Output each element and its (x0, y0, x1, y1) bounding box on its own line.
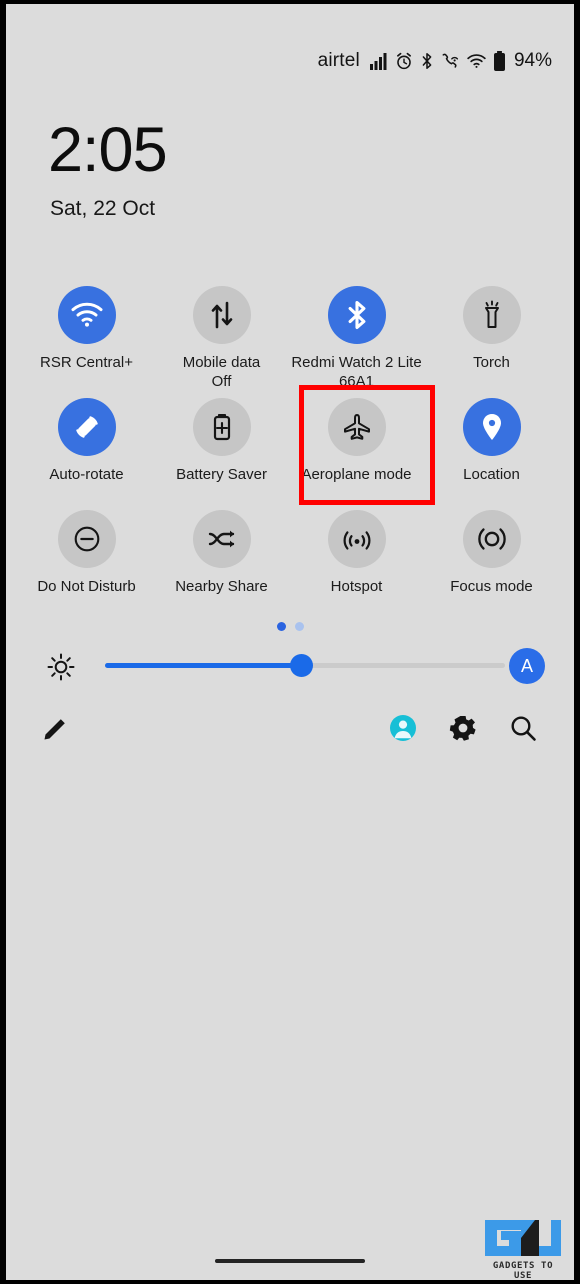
brightness-slider-fill (105, 663, 301, 668)
tile-mobile-data[interactable]: Mobile data Off (154, 286, 289, 398)
battery-icon (493, 51, 506, 71)
tile-label: Location (463, 466, 520, 483)
mobile-data-icon[interactable] (192, 286, 251, 344)
pencil-icon[interactable] (42, 714, 70, 742)
search-icon[interactable] (509, 714, 537, 742)
page-indicator[interactable] (6, 622, 574, 631)
watermark-label: GADGETS TO USE (492, 1261, 554, 1280)
clock-date[interactable]: Sat, 22 Oct (50, 197, 155, 221)
tile-wifi[interactable]: RSR Central+ (19, 286, 154, 398)
focus-mode-icon[interactable] (462, 510, 521, 568)
do-not-disturb-icon[interactable] (57, 510, 116, 568)
wifi-icon (467, 53, 486, 69)
tile-label: Do Not Disturb (37, 578, 136, 595)
tile-label: Torch (473, 354, 510, 371)
tile-focus-mode[interactable]: Focus mode (424, 510, 559, 622)
page-dot-1[interactable] (276, 622, 286, 631)
quick-settings-panel: airtel 94% 2:05 Sat, 22 Oct RSR Central+… (6, 4, 574, 1280)
nearby-share-icon[interactable] (192, 510, 251, 568)
user-avatar-icon[interactable] (389, 714, 417, 742)
tile-bluetooth[interactable]: Redmi Watch 2 Lite 66A1 (289, 286, 424, 398)
torch-icon[interactable] (462, 286, 521, 344)
aeroplane-icon[interactable] (327, 398, 386, 456)
watermark: GADGETS TO USE (481, 1216, 565, 1280)
tile-label: Focus mode (450, 578, 533, 595)
tile-label: Auto-rotate (49, 466, 124, 483)
page-dot-2[interactable] (294, 622, 304, 631)
tile-torch[interactable]: Torch (424, 286, 559, 398)
tile-label: Hotspot (330, 578, 383, 595)
tile-hotspot[interactable]: Hotspot (289, 510, 424, 622)
signal-bars-icon (369, 52, 388, 70)
tile-row: RSR Central+ Mobile data Off Redmi Watch… (19, 286, 559, 398)
call-wifi-icon (441, 52, 460, 70)
tile-label: Nearby Share (175, 578, 268, 595)
tile-row: Auto-rotate Battery Saver Aeroplane mode… (19, 398, 559, 510)
tile-battery-saver[interactable]: Battery Saver (154, 398, 289, 510)
tile-label: Battery Saver (176, 466, 267, 483)
alarm-icon (395, 52, 413, 70)
tile-do-not-disturb[interactable]: Do Not Disturb (19, 510, 154, 622)
wifi-icon[interactable] (57, 286, 116, 344)
gear-icon[interactable] (449, 714, 477, 742)
hotspot-icon[interactable] (327, 510, 386, 568)
gadgets-to-use-logo-icon (481, 1216, 565, 1260)
bluetooth-icon[interactable] (327, 286, 386, 344)
sun-icon (46, 652, 76, 687)
brightness-row: A (6, 644, 574, 690)
battery-saver-icon[interactable] (192, 398, 251, 456)
quick-settings-footer (6, 707, 574, 753)
quick-settings-tile-grid: RSR Central+ Mobile data Off Redmi Watch… (19, 286, 559, 622)
tile-label: Aeroplane mode (301, 466, 412, 483)
brightness-slider[interactable] (105, 654, 505, 677)
auto-brightness-button[interactable]: A (509, 648, 545, 684)
clock-time[interactable]: 2:05 (48, 117, 168, 183)
carrier-label: airtel (317, 50, 360, 71)
brightness-slider-thumb[interactable] (290, 654, 313, 677)
home-indicator[interactable] (215, 1259, 365, 1263)
bluetooth-icon (420, 52, 434, 70)
tile-auto-rotate[interactable]: Auto-rotate (19, 398, 154, 510)
battery-percent-label: 94% (513, 50, 552, 71)
status-bar: airtel 94% (318, 48, 552, 74)
tile-nearby-share[interactable]: Nearby Share (154, 510, 289, 622)
tile-sublabel: Off (211, 373, 232, 390)
auto-rotate-icon[interactable] (57, 398, 116, 456)
tile-label: RSR Central+ (40, 354, 133, 371)
tile-label: Redmi Watch 2 Lite 66A1 (291, 354, 422, 390)
tile-location[interactable]: Location (424, 398, 559, 510)
location-pin-icon[interactable] (462, 398, 521, 456)
tile-row: Do Not Disturb Nearby Share Hotspot Focu… (19, 510, 559, 622)
tile-label: Mobile data (182, 354, 261, 371)
tile-aeroplane-mode[interactable]: Aeroplane mode (289, 398, 424, 510)
